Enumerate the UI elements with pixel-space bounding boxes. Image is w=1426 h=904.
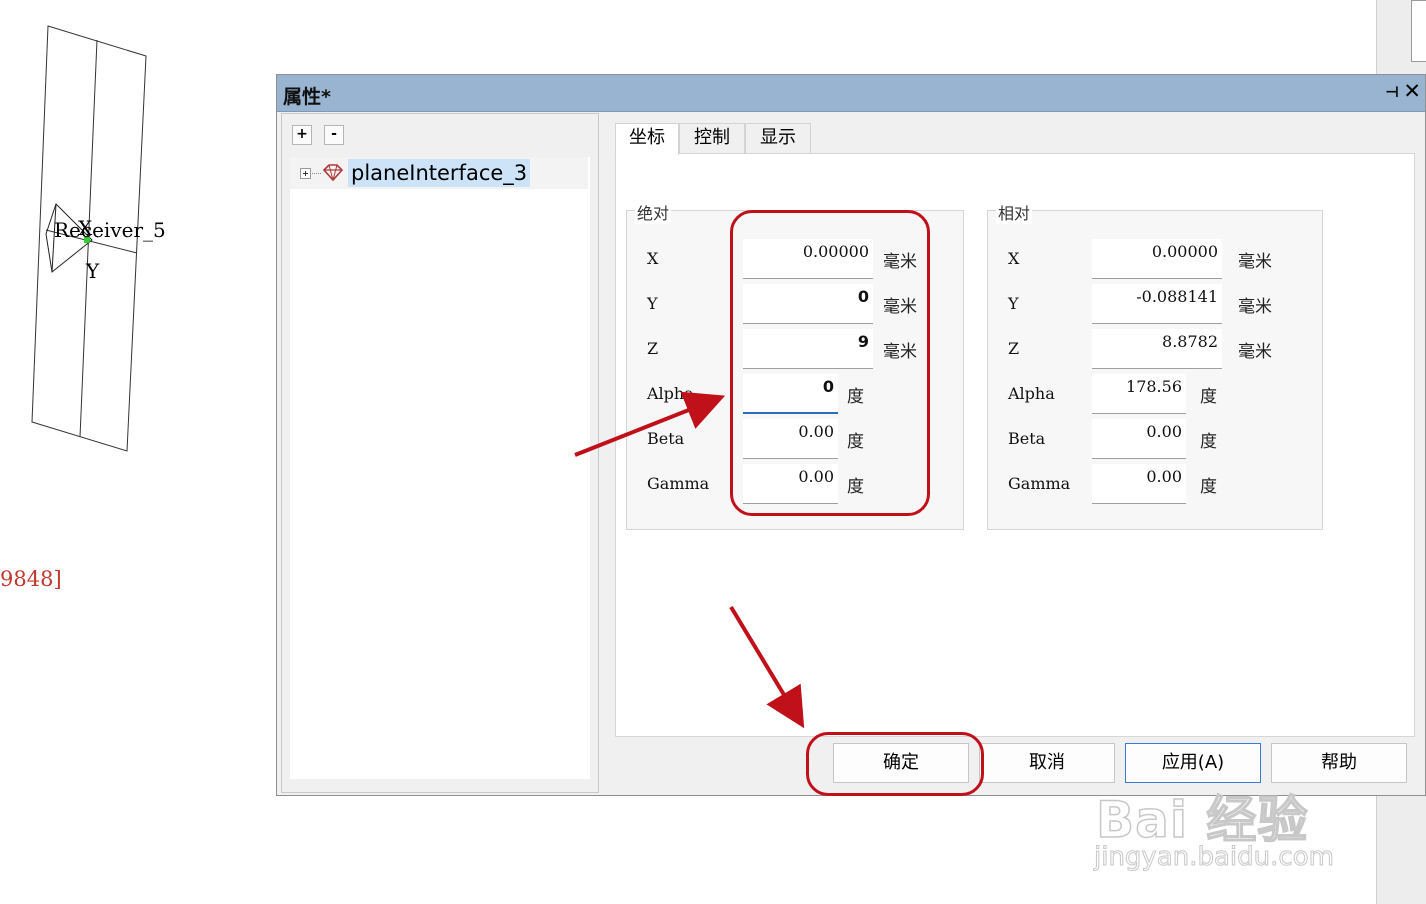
- rel-y-label: Y: [1008, 294, 1019, 313]
- rel-gamma-input[interactable]: 0.00: [1092, 464, 1186, 504]
- tree-expand-icon[interactable]: [300, 168, 311, 179]
- apply-button[interactable]: 应用(A): [1125, 743, 1261, 783]
- tree-row[interactable]: planeInterface_3: [290, 157, 588, 189]
- cancel-button[interactable]: 取消: [979, 743, 1115, 783]
- ok-highlight-annotation: [806, 732, 984, 796]
- gem-icon: [322, 164, 344, 182]
- rel-gamma-label: Gamma: [1008, 474, 1071, 493]
- rel-alpha-unit: 度: [1200, 387, 1217, 407]
- rel-alpha-label: Alpha: [1008, 384, 1055, 403]
- rel-x-label: X: [1008, 249, 1020, 268]
- tree-item-label[interactable]: planeInterface_3: [348, 159, 531, 187]
- abs-beta-label: Beta: [647, 429, 685, 448]
- dialog-titlebar[interactable]: 属性* ⊣ ✕: [277, 75, 1425, 112]
- relative-group-title: 相对: [996, 200, 1033, 224]
- abs-alpha-label: Alpha: [647, 384, 694, 403]
- receiver-label: Receiver_5: [54, 218, 166, 242]
- rel-alpha-input[interactable]: 178.56: [1092, 374, 1186, 414]
- rel-z-label: Z: [1008, 339, 1020, 358]
- relative-group: 相对 X 0.00000 毫米 Y -0.088141 毫米 Z 8.8782 …: [987, 200, 1323, 530]
- tab-control[interactable]: 控制: [679, 123, 745, 153]
- side-panel-tab[interactable]: [1411, 0, 1426, 62]
- dialog-title: 属性*: [283, 86, 331, 108]
- input-highlight-annotation: [730, 210, 930, 516]
- abs-z-label: Z: [647, 339, 659, 358]
- close-icon[interactable]: ✕: [1403, 79, 1421, 103]
- rel-x-unit: 毫米: [1238, 252, 1272, 272]
- help-button[interactable]: 帮助: [1271, 743, 1407, 783]
- rel-z-input[interactable]: 8.8782: [1092, 329, 1222, 369]
- receiver-model: [31, 25, 147, 452]
- rel-gamma-unit: 度: [1200, 477, 1217, 497]
- rel-beta-label: Beta: [1008, 429, 1046, 448]
- rel-beta-unit: 度: [1200, 432, 1217, 452]
- absolute-group-title: 绝对: [635, 200, 672, 224]
- abs-x-label: X: [647, 249, 659, 268]
- 3d-viewport[interactable]: Receiver_5 X Y 9848]: [0, 0, 276, 904]
- tree-connector: [312, 173, 321, 174]
- tree-pane: + - planeInterface_3: [281, 113, 599, 793]
- abs-y-label: Y: [647, 294, 658, 313]
- abs-gamma-label: Gamma: [647, 474, 710, 493]
- collapse-all-button[interactable]: -: [324, 125, 344, 145]
- coordinate-readout: 9848]: [0, 567, 62, 591]
- rel-z-unit: 毫米: [1238, 342, 1272, 362]
- expand-all-button[interactable]: +: [292, 125, 312, 145]
- watermark-url: jingyan.baidu.com: [1094, 842, 1335, 873]
- axis-y-label: Y: [86, 259, 100, 283]
- object-tree[interactable]: planeInterface_3: [290, 157, 590, 779]
- rel-y-unit: 毫米: [1238, 297, 1272, 317]
- rel-y-input[interactable]: -0.088141: [1092, 284, 1222, 324]
- axis-x-label: X: [78, 216, 93, 240]
- tab-display[interactable]: 显示: [745, 123, 811, 153]
- rel-x-input[interactable]: 0.00000: [1092, 239, 1222, 279]
- tab-coordinates[interactable]: 坐标: [615, 123, 679, 155]
- pin-icon[interactable]: ⊣: [1385, 83, 1399, 101]
- rel-beta-input[interactable]: 0.00: [1092, 419, 1186, 459]
